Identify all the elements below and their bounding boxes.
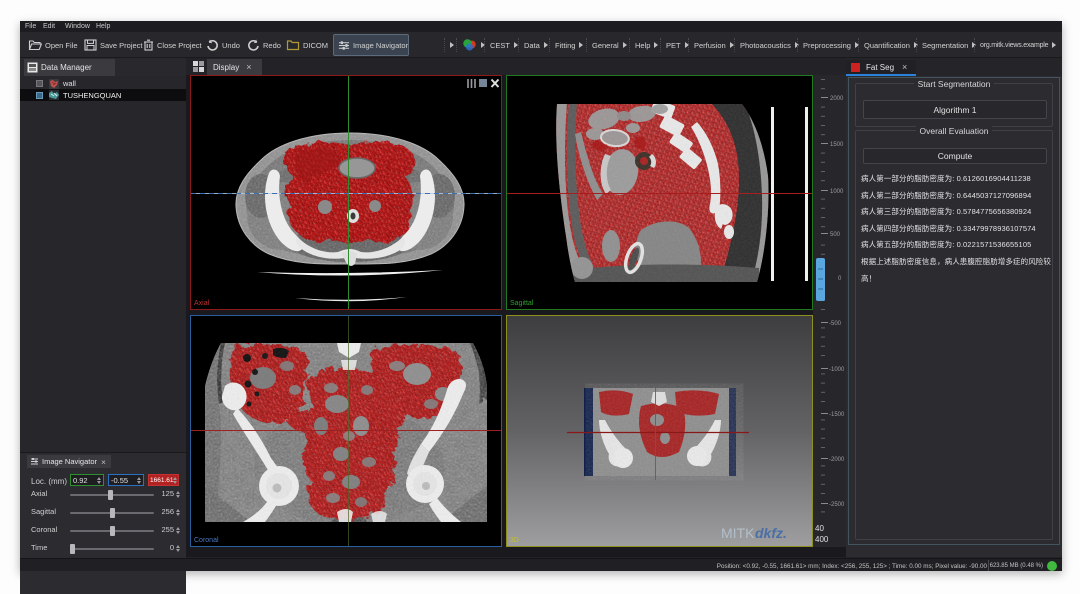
- svg-text:MITK: MITK: [721, 525, 755, 541]
- svg-text:0: 0: [838, 276, 842, 282]
- svg-text:1500: 1500: [830, 142, 844, 148]
- svg-text:dkfz.: dkfz.: [755, 525, 787, 541]
- svg-text:500: 500: [830, 232, 841, 238]
- svg-text:1000: 1000: [830, 189, 844, 195]
- svg-text:-1500: -1500: [829, 412, 845, 418]
- svg-text:-1000: -1000: [829, 367, 845, 373]
- svg-text:2000: 2000: [830, 96, 844, 102]
- svg-text:-500: -500: [829, 321, 842, 327]
- svg-text:-2000: -2000: [829, 457, 845, 463]
- svg-text:-2500: -2500: [829, 502, 845, 508]
